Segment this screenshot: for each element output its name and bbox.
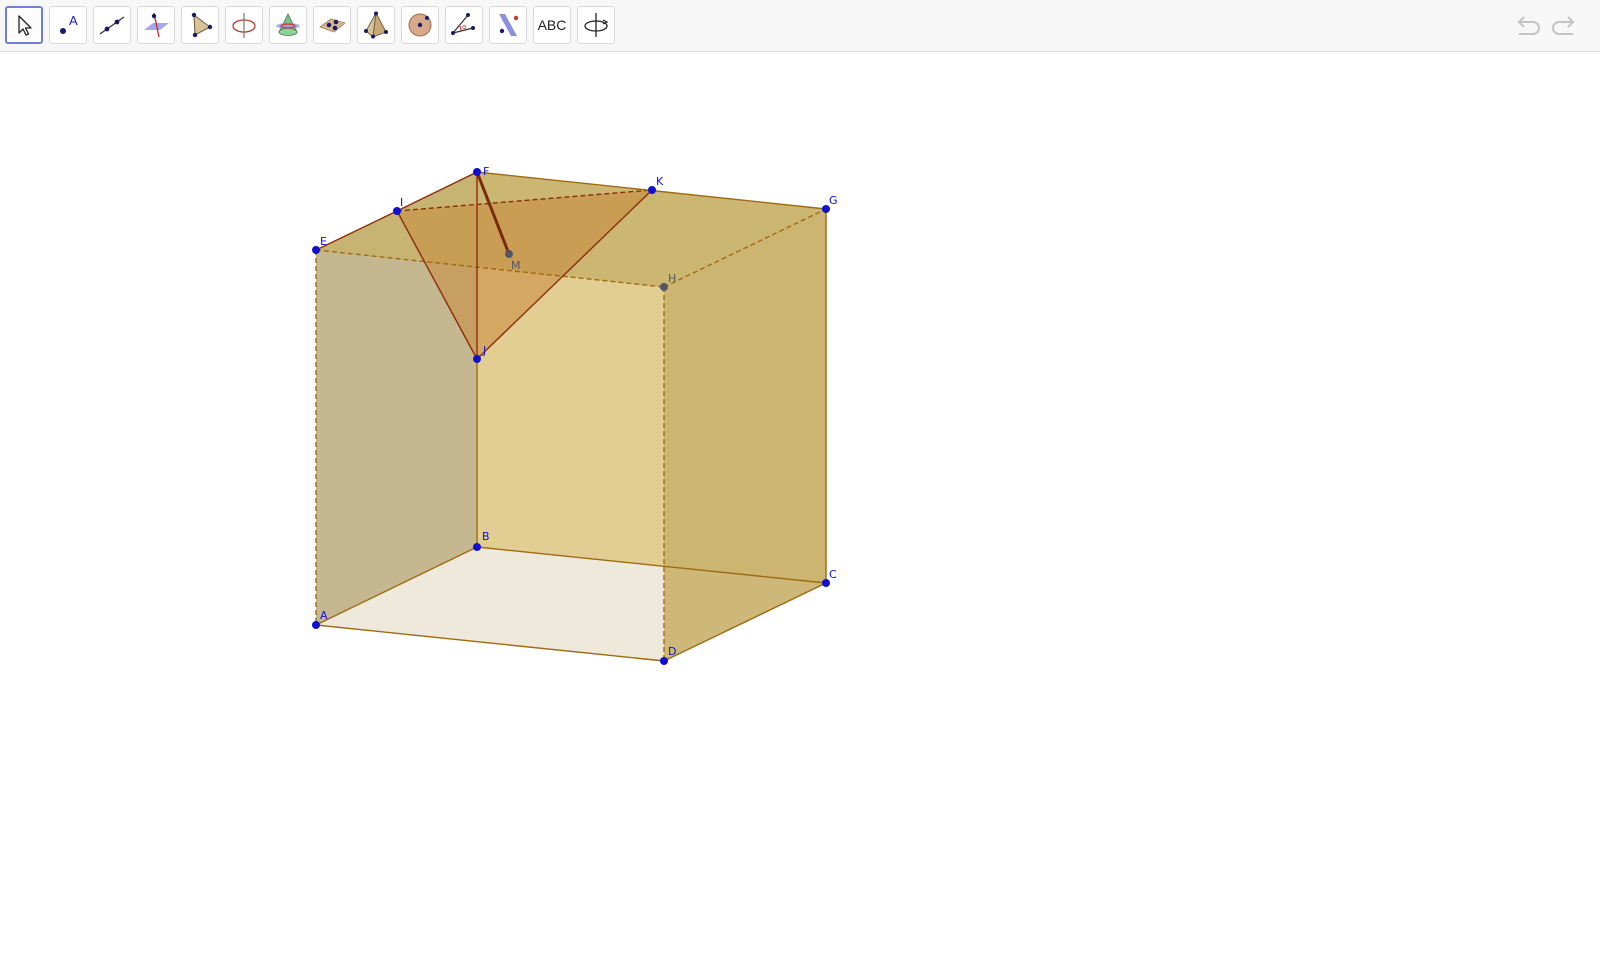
line-tool-button[interactable] <box>93 6 131 44</box>
perpendicular-tool-button[interactable] <box>137 6 175 44</box>
intersect-surfaces-tool-button[interactable] <box>269 6 307 44</box>
point-M[interactable] <box>505 250 513 258</box>
point-A[interactable] <box>312 621 320 629</box>
point-K[interactable] <box>648 186 656 194</box>
face-right <box>664 209 826 661</box>
point-H[interactable] <box>660 283 668 291</box>
sphere-icon <box>408 13 432 37</box>
text-tool-button[interactable]: ABC <box>533 6 571 44</box>
circle-around-axis-icon <box>232 13 256 38</box>
line-icon <box>99 16 125 35</box>
label-D: D <box>668 645 676 658</box>
toolbar: A α ABC <box>0 0 1600 52</box>
label-E: E <box>320 235 327 248</box>
intersect-surfaces-icon <box>276 13 300 36</box>
point-tool-button[interactable]: A <box>49 6 87 44</box>
circle-axis-tool-button[interactable] <box>225 6 263 44</box>
angle-tool-button[interactable]: α <box>445 6 483 44</box>
label-B: B <box>482 530 490 543</box>
rotate-3d-view-icon <box>584 13 609 37</box>
redo-icon <box>1552 16 1575 35</box>
rotate-view-tool-button[interactable] <box>577 6 615 44</box>
reflect-about-plane-icon <box>499 14 519 36</box>
label-G: G <box>829 194 838 207</box>
move-tool-button[interactable] <box>5 6 43 44</box>
point-E[interactable] <box>312 246 320 254</box>
point-J[interactable] <box>473 355 481 363</box>
label-A: A <box>320 609 328 622</box>
label-F: F <box>483 165 489 178</box>
label-C: C <box>829 568 837 581</box>
pyramid-tool-button[interactable] <box>357 6 395 44</box>
polygon-tool-button[interactable] <box>181 6 219 44</box>
svg-text:α: α <box>462 23 467 31</box>
label-H: H <box>668 272 676 285</box>
label-M: M <box>511 259 521 272</box>
reflect-tool-button[interactable] <box>489 6 527 44</box>
undo-button[interactable] <box>1510 10 1542 42</box>
pyramid-icon <box>364 11 388 39</box>
arrow-cursor-icon <box>18 15 32 36</box>
point-B[interactable] <box>473 543 481 551</box>
label-J: J <box>482 344 486 357</box>
point-icon: A <box>60 13 78 34</box>
redo-button[interactable] <box>1550 10 1582 42</box>
point-F[interactable] <box>473 168 481 176</box>
label-K: K <box>656 175 664 188</box>
undo-icon <box>1517 16 1540 35</box>
text-icon: ABC <box>537 17 567 33</box>
perpendicular-line-icon <box>144 12 169 38</box>
sphere-tool-button[interactable] <box>401 6 439 44</box>
svg-text:A: A <box>69 13 78 28</box>
polygon-icon <box>191 12 213 38</box>
plane-through-points-icon <box>319 18 346 33</box>
angle-icon: α <box>451 13 475 35</box>
cube-scene: A B C D E F G H I J K M <box>312 165 838 665</box>
plane-tool-button[interactable] <box>313 6 351 44</box>
point-D[interactable] <box>660 657 668 665</box>
graphics-3d-view[interactable]: A B C D E F G H I J K M <box>0 52 1600 963</box>
label-I: I <box>400 196 403 209</box>
